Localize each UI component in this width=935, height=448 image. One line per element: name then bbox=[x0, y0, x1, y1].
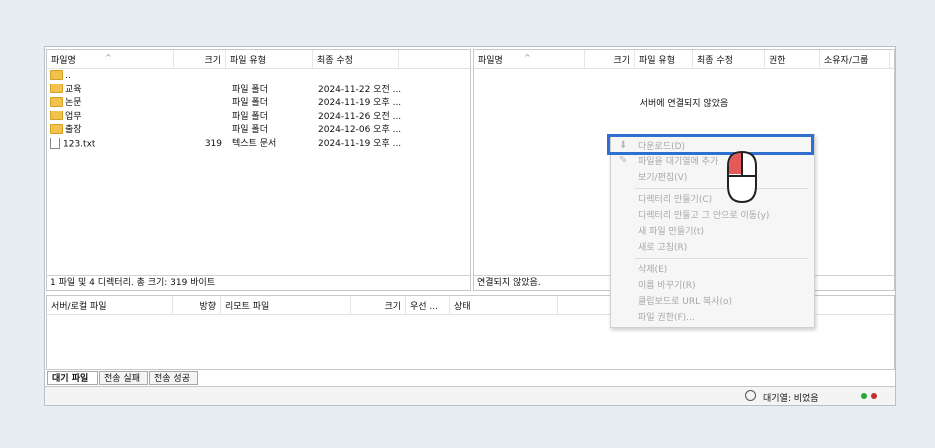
file-modified: 2024-11-26 오전 ... bbox=[318, 111, 402, 122]
sort-indicator-icon: ^ bbox=[524, 53, 531, 62]
file-row[interactable]: 업무 파일 폴더 2024-11-26 오전 ... bbox=[47, 110, 470, 124]
remote-col-name[interactable]: 파일명 ^ bbox=[474, 50, 585, 68]
file-modified: 2024-11-19 오후 ... bbox=[318, 98, 402, 109]
file-name: 출장 bbox=[50, 124, 82, 137]
file-name-text: .. bbox=[65, 71, 71, 81]
tab-failed-transfers[interactable]: 전송 실패 bbox=[99, 371, 148, 385]
queue-col-remote[interactable]: 리모트 파일 bbox=[221, 296, 351, 314]
file-name-text: 업무 bbox=[65, 111, 82, 122]
remote-column-header: 파일명 ^ 크기 파일 유형 최종 수정 권한 소유자/그룹 bbox=[474, 50, 894, 69]
queue-col-direction[interactable]: 방향 bbox=[173, 296, 221, 314]
menu-item-refresh[interactable]: 새로 고침(R) bbox=[638, 242, 687, 254]
local-file-pane[interactable]: 파일명 ^ 크기 파일 유형 최종 수정 .. 교육 파일 폴더 2024-11-22 … bbox=[46, 49, 471, 291]
file-name: 업무 bbox=[50, 110, 82, 124]
menu-separator bbox=[635, 258, 808, 259]
queue-col-status[interactable]: 상태 bbox=[450, 296, 558, 314]
tab-queued-files[interactable]: 대기 파일 bbox=[47, 371, 98, 385]
menu-item-new-file[interactable]: 새 파일 만들기(t) bbox=[638, 226, 704, 238]
tab-successful-transfers[interactable]: 전송 성공 bbox=[149, 371, 198, 385]
file-type: 파일 폴더 bbox=[232, 125, 268, 136]
file-row[interactable]: 123.txt 319 텍스트 문서 2024-11-19 오후 ... bbox=[47, 138, 470, 151]
file-type: 파일 폴더 bbox=[232, 84, 268, 95]
queue-col-priority[interactable]: 우선 ... bbox=[406, 296, 450, 314]
menu-item-add-to-queue[interactable]: 파일을 대기열에 추가 bbox=[638, 156, 718, 168]
queue-col-size[interactable]: 크기 bbox=[351, 296, 406, 314]
queue-status-icon bbox=[745, 390, 756, 401]
file-name-text: 123.txt bbox=[63, 139, 96, 150]
file-name-text: 논문 bbox=[65, 98, 82, 109]
folder-icon bbox=[50, 70, 63, 80]
remote-col-permissions[interactable]: 권한 bbox=[765, 50, 820, 68]
file-name: 논문 bbox=[50, 97, 82, 110]
menu-item-create-directory[interactable]: 디렉터리 만들기(C) bbox=[638, 194, 712, 206]
red-led-icon bbox=[871, 393, 877, 399]
file-name: 123.txt bbox=[50, 138, 95, 152]
menu-item-rename[interactable]: 이름 바꾸기(R) bbox=[638, 280, 696, 292]
queue-col-file[interactable]: 서버/로컬 파일 bbox=[47, 296, 173, 314]
not-connected-message: 서버에 연결되지 않았음 bbox=[639, 99, 729, 109]
file-type: 파일 폴더 bbox=[232, 111, 268, 122]
menu-item-create-and-enter-directory[interactable]: 디렉터리 만들고 그 안으로 이동(y) bbox=[638, 210, 769, 222]
file-name-text: 출장 bbox=[65, 125, 82, 136]
bottom-status-bar: 대기열: 비었음 bbox=[45, 386, 895, 405]
local-col-type[interactable]: 파일 유형 bbox=[226, 50, 313, 68]
file-row[interactable]: 논문 파일 폴더 2024-11-19 오후 ... bbox=[47, 97, 470, 110]
file-name-text: 교육 bbox=[65, 84, 82, 95]
menu-item-file-permissions[interactable]: 파일 권한(F)... bbox=[638, 312, 695, 324]
file-type: 파일 폴더 bbox=[232, 98, 268, 109]
mouse-icon bbox=[727, 150, 757, 204]
green-led-icon bbox=[861, 393, 867, 399]
file-row[interactable]: 출장 파일 폴더 2024-12-06 오후 ... bbox=[47, 124, 470, 137]
file-icon bbox=[50, 138, 60, 149]
file-name: .. bbox=[50, 70, 71, 83]
folder-icon bbox=[50, 124, 63, 134]
file-name: 교육 bbox=[50, 83, 82, 97]
file-type: 텍스트 문서 bbox=[232, 139, 277, 149]
remote-col-modified[interactable]: 최종 수정 bbox=[693, 50, 765, 68]
local-col-modified[interactable]: 최종 수정 bbox=[313, 50, 399, 68]
menu-item-copy-url[interactable]: 클립보드로 URL 복사(o) bbox=[638, 296, 732, 308]
file-row[interactable]: .. bbox=[47, 70, 470, 83]
context-menu: ⬇ 다운로드(D) ✎ 파일을 대기열에 추가 보기/편집(V) 디렉터리 만들… bbox=[610, 134, 815, 328]
queue-add-icon: ✎ bbox=[619, 155, 628, 166]
folder-icon bbox=[50, 110, 63, 121]
highlight-box bbox=[607, 134, 814, 155]
remote-col-type[interactable]: 파일 유형 bbox=[635, 50, 693, 68]
file-row[interactable]: 교육 파일 폴더 2024-11-22 오전 ... bbox=[47, 83, 470, 97]
file-size: 319 bbox=[204, 139, 222, 149]
local-status-bar: 1 파일 및 4 디렉터리. 총 크기: 319 바이트 bbox=[47, 275, 470, 290]
folder-icon bbox=[50, 83, 63, 94]
queue-status-text: 대기열: 비었음 bbox=[763, 394, 819, 404]
remote-col-size[interactable]: 크기 bbox=[585, 50, 635, 68]
file-modified: 2024-11-19 오후 ... bbox=[318, 139, 402, 149]
file-modified: 2024-12-06 오후 ... bbox=[318, 125, 402, 136]
local-column-header: 파일명 ^ 크기 파일 유형 최종 수정 bbox=[47, 50, 470, 69]
local-col-size[interactable]: 크기 bbox=[174, 50, 226, 68]
folder-icon bbox=[50, 97, 63, 107]
local-col-name[interactable]: 파일명 ^ bbox=[47, 50, 174, 68]
sort-indicator-icon: ^ bbox=[105, 53, 112, 62]
menu-item-delete[interactable]: 삭제(E) bbox=[638, 264, 667, 276]
menu-item-view-edit[interactable]: 보기/편집(V) bbox=[638, 172, 687, 184]
remote-col-owner[interactable]: 소유자/그룹 bbox=[820, 50, 890, 68]
file-modified: 2024-11-22 오전 ... bbox=[318, 84, 402, 95]
